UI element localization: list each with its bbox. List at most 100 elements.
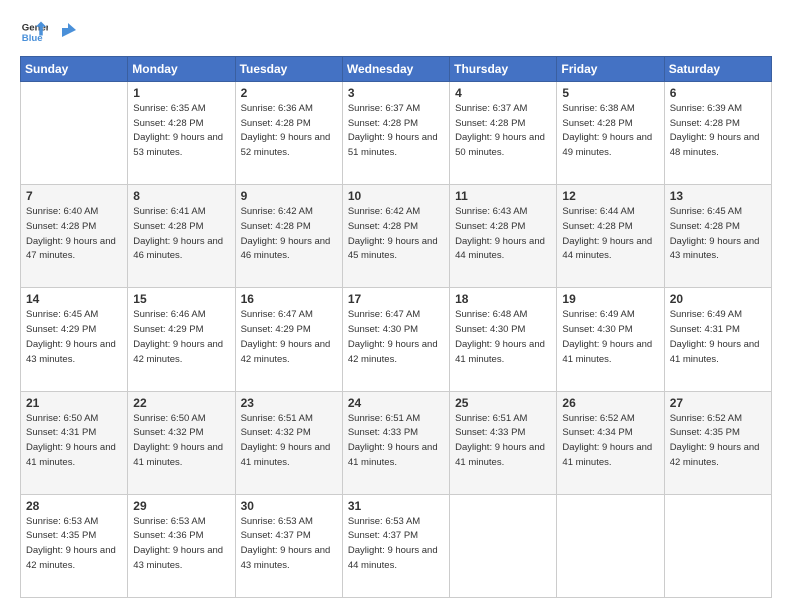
calendar-cell: [664, 494, 771, 597]
calendar-cell: 17 Sunrise: 6:47 AMSunset: 4:30 PMDayligh…: [342, 288, 449, 391]
sun-info: Sunrise: 6:50 AMSunset: 4:31 PMDaylight:…: [26, 412, 122, 471]
day-number: 10: [348, 189, 444, 203]
page: General Blue SundayMondayTuesdayWednesda…: [0, 0, 792, 612]
sun-info: Sunrise: 6:40 AMSunset: 4:28 PMDaylight:…: [26, 205, 122, 264]
day-number: 31: [348, 499, 444, 513]
sun-info: Sunrise: 6:38 AMSunset: 4:28 PMDaylight:…: [562, 102, 658, 161]
weekday-header: Wednesday: [342, 57, 449, 82]
sun-info: Sunrise: 6:42 AMSunset: 4:28 PMDaylight:…: [241, 205, 337, 264]
sun-info: Sunrise: 6:37 AMSunset: 4:28 PMDaylight:…: [348, 102, 444, 161]
sun-info: Sunrise: 6:47 AMSunset: 4:30 PMDaylight:…: [348, 308, 444, 367]
calendar-cell: 23 Sunrise: 6:51 AMSunset: 4:32 PMDayligh…: [235, 391, 342, 494]
sun-info: Sunrise: 6:36 AMSunset: 4:28 PMDaylight:…: [241, 102, 337, 161]
calendar-cell: 26 Sunrise: 6:52 AMSunset: 4:34 PMDayligh…: [557, 391, 664, 494]
sun-info: Sunrise: 6:52 AMSunset: 4:34 PMDaylight:…: [562, 412, 658, 471]
day-number: 7: [26, 189, 122, 203]
sun-info: Sunrise: 6:46 AMSunset: 4:29 PMDaylight:…: [133, 308, 229, 367]
calendar-cell: 1 Sunrise: 6:35 AMSunset: 4:28 PMDaylight…: [128, 82, 235, 185]
day-number: 21: [26, 396, 122, 410]
calendar-cell: 29 Sunrise: 6:53 AMSunset: 4:36 PMDayligh…: [128, 494, 235, 597]
day-number: 4: [455, 86, 551, 100]
calendar-cell: 3 Sunrise: 6:37 AMSunset: 4:28 PMDaylight…: [342, 82, 449, 185]
logo: General Blue: [20, 18, 78, 46]
sun-info: Sunrise: 6:43 AMSunset: 4:28 PMDaylight:…: [455, 205, 551, 264]
day-number: 17: [348, 292, 444, 306]
calendar-cell: 7 Sunrise: 6:40 AMSunset: 4:28 PMDaylight…: [21, 185, 128, 288]
weekday-header: Monday: [128, 57, 235, 82]
logo-icon: General Blue: [20, 18, 48, 46]
sun-info: Sunrise: 6:48 AMSunset: 4:30 PMDaylight:…: [455, 308, 551, 367]
day-number: 14: [26, 292, 122, 306]
calendar-cell: 8Sunrise: 6:41 AMSunset: 4:28 PMDaylight…: [128, 185, 235, 288]
weekday-header: Friday: [557, 57, 664, 82]
calendar-header-row: SundayMondayTuesdayWednesdayThursdayFrid…: [21, 57, 772, 82]
sun-info: Sunrise: 6:39 AMSunset: 4:28 PMDaylight:…: [670, 102, 766, 161]
calendar-week-row: 28 Sunrise: 6:53 AMSunset: 4:35 PMDayligh…: [21, 494, 772, 597]
sun-info: Sunrise: 6:45 AMSunset: 4:28 PMDaylight:…: [670, 205, 766, 264]
calendar-cell: 30 Sunrise: 6:53 AMSunset: 4:37 PMDayligh…: [235, 494, 342, 597]
day-number: 3: [348, 86, 444, 100]
calendar-cell: 14 Sunrise: 6:45 AMSunset: 4:29 PMDayligh…: [21, 288, 128, 391]
day-number: 16: [241, 292, 337, 306]
sun-info: Sunrise: 6:50 AMSunset: 4:32 PMDaylight:…: [133, 412, 229, 471]
calendar-cell: 15 Sunrise: 6:46 AMSunset: 4:29 PMDayligh…: [128, 288, 235, 391]
day-number: 27: [670, 396, 766, 410]
calendar-week-row: 7 Sunrise: 6:40 AMSunset: 4:28 PMDaylight…: [21, 185, 772, 288]
calendar-week-row: 14 Sunrise: 6:45 AMSunset: 4:29 PMDayligh…: [21, 288, 772, 391]
calendar-cell: 25Sunrise: 6:51 AMSunset: 4:33 PMDayligh…: [450, 391, 557, 494]
calendar-cell: 28 Sunrise: 6:53 AMSunset: 4:35 PMDayligh…: [21, 494, 128, 597]
day-number: 9: [241, 189, 337, 203]
sun-info: Sunrise: 6:53 AMSunset: 4:35 PMDaylight:…: [26, 515, 122, 574]
calendar-cell: 2Sunrise: 6:36 AMSunset: 4:28 PMDaylight…: [235, 82, 342, 185]
calendar-week-row: 1 Sunrise: 6:35 AMSunset: 4:28 PMDaylight…: [21, 82, 772, 185]
calendar-cell: 4 Sunrise: 6:37 AMSunset: 4:28 PMDaylight…: [450, 82, 557, 185]
sun-info: Sunrise: 6:49 AMSunset: 4:31 PMDaylight:…: [670, 308, 766, 367]
day-number: 25: [455, 396, 551, 410]
sun-info: Sunrise: 6:45 AMSunset: 4:29 PMDaylight:…: [26, 308, 122, 367]
calendar-cell: 12Sunrise: 6:44 AMSunset: 4:28 PMDayligh…: [557, 185, 664, 288]
calendar-cell: [21, 82, 128, 185]
sun-info: Sunrise: 6:35 AMSunset: 4:28 PMDaylight:…: [133, 102, 229, 161]
day-number: 28: [26, 499, 122, 513]
sun-info: Sunrise: 6:44 AMSunset: 4:28 PMDaylight:…: [562, 205, 658, 264]
day-number: 24: [348, 396, 444, 410]
day-number: 30: [241, 499, 337, 513]
day-number: 18: [455, 292, 551, 306]
calendar-cell: 13 Sunrise: 6:45 AMSunset: 4:28 PMDayligh…: [664, 185, 771, 288]
day-number: 5: [562, 86, 658, 100]
day-number: 11: [455, 189, 551, 203]
sun-info: Sunrise: 6:53 AMSunset: 4:36 PMDaylight:…: [133, 515, 229, 574]
day-number: 6: [670, 86, 766, 100]
day-number: 13: [670, 189, 766, 203]
day-number: 8: [133, 189, 229, 203]
sun-info: Sunrise: 6:51 AMSunset: 4:32 PMDaylight:…: [241, 412, 337, 471]
day-number: 22: [133, 396, 229, 410]
weekday-header: Tuesday: [235, 57, 342, 82]
sun-info: Sunrise: 6:53 AMSunset: 4:37 PMDaylight:…: [348, 515, 444, 574]
calendar-cell: 16 Sunrise: 6:47 AMSunset: 4:29 PMDayligh…: [235, 288, 342, 391]
sun-info: Sunrise: 6:53 AMSunset: 4:37 PMDaylight:…: [241, 515, 337, 574]
calendar-cell: 20 Sunrise: 6:49 AMSunset: 4:31 PMDayligh…: [664, 288, 771, 391]
calendar-cell: 21 Sunrise: 6:50 AMSunset: 4:31 PMDayligh…: [21, 391, 128, 494]
calendar-cell: 24Sunrise: 6:51 AMSunset: 4:33 PMDayligh…: [342, 391, 449, 494]
calendar-cell: 19 Sunrise: 6:49 AMSunset: 4:30 PMDayligh…: [557, 288, 664, 391]
day-number: 15: [133, 292, 229, 306]
day-number: 26: [562, 396, 658, 410]
calendar-cell: [450, 494, 557, 597]
day-number: 19: [562, 292, 658, 306]
calendar-cell: 6 Sunrise: 6:39 AMSunset: 4:28 PMDaylight…: [664, 82, 771, 185]
weekday-header: Saturday: [664, 57, 771, 82]
sun-info: Sunrise: 6:49 AMSunset: 4:30 PMDaylight:…: [562, 308, 658, 367]
calendar-cell: 22 Sunrise: 6:50 AMSunset: 4:32 PMDayligh…: [128, 391, 235, 494]
sun-info: Sunrise: 6:37 AMSunset: 4:28 PMDaylight:…: [455, 102, 551, 161]
logo-arrow-icon: [60, 21, 78, 39]
calendar-cell: 27Sunrise: 6:52 AMSunset: 4:35 PMDayligh…: [664, 391, 771, 494]
day-number: 23: [241, 396, 337, 410]
day-number: 29: [133, 499, 229, 513]
calendar-cell: 18 Sunrise: 6:48 AMSunset: 4:30 PMDayligh…: [450, 288, 557, 391]
day-number: 1: [133, 86, 229, 100]
day-number: 20: [670, 292, 766, 306]
calendar-cell: 31 Sunrise: 6:53 AMSunset: 4:37 PMDayligh…: [342, 494, 449, 597]
calendar-table: SundayMondayTuesdayWednesdayThursdayFrid…: [20, 56, 772, 598]
sun-info: Sunrise: 6:47 AMSunset: 4:29 PMDaylight:…: [241, 308, 337, 367]
